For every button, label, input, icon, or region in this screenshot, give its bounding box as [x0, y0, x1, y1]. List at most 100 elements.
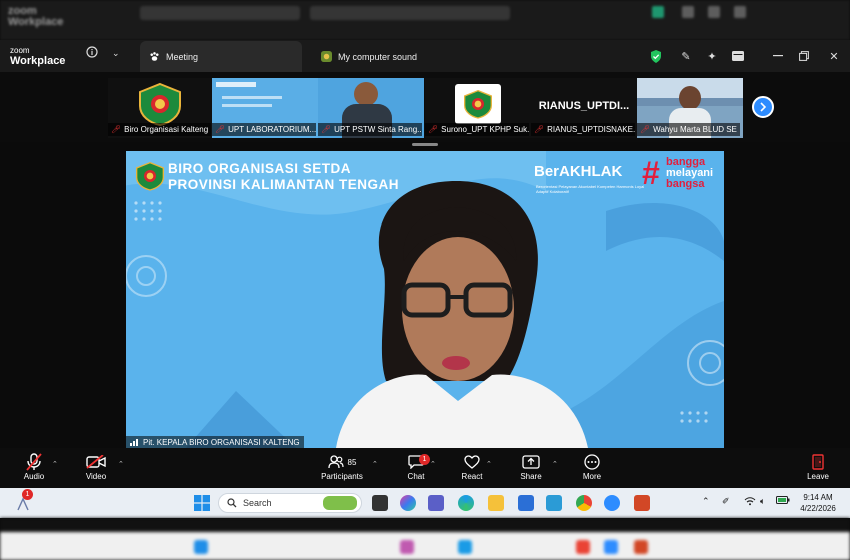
participant-name-tag: 🎤︎ Wahyu Marta BLUD SE: [637, 123, 740, 136]
leave-label: Leave: [807, 472, 829, 481]
paw-icon: [148, 51, 160, 63]
zoom-app-icon[interactable]: [604, 495, 620, 511]
background-window-ghost: [0, 518, 850, 560]
background-graphic: [126, 151, 724, 448]
ghost-icon: [576, 540, 590, 554]
view-grid-icon[interactable]: [730, 48, 746, 64]
ghost-icon: [634, 540, 648, 554]
more-label: More: [582, 472, 602, 481]
pen-tray-icon[interactable]: ✐: [722, 496, 730, 507]
video-label: Video: [85, 472, 107, 481]
more-button[interactable]: More: [566, 452, 618, 481]
tab-label: Meeting: [166, 51, 199, 62]
participant-display-name: RIANUS_UPTDI...: [538, 100, 630, 112]
participant-tile[interactable]: 🎤︎ UPT PSTW Sinta Rang...: [318, 78, 424, 138]
zoom-brand: zoom Workplace: [10, 46, 66, 67]
notification-badge: 1: [22, 489, 33, 500]
kalteng-emblem-icon: [136, 161, 164, 191]
berakhlak-tagline: Berorientasi Pelayanan Akuntabel Kompete…: [536, 184, 645, 194]
participant-name: UPT LABORATORIUM...: [228, 125, 316, 134]
kalteng-emblem-icon: [464, 89, 492, 119]
participant-thumbnails: 🎤︎ Biro Organisasi Kalteng 🎤︎ UPT LABORATO…: [0, 72, 850, 142]
speaker-name: Pit. KEPALA BIRO ORGANISASI KALTENG: [143, 437, 300, 447]
chevron-up-icon[interactable]: ⌃: [702, 496, 710, 507]
banner-title: BIRO ORGANISASI SETDA PROVINSI KALIMANTA…: [168, 161, 399, 193]
banner-line1: BIRO ORGANISASI SETDA: [168, 161, 352, 176]
slide-line-shape: [222, 104, 272, 107]
edge-icon[interactable]: [458, 495, 474, 511]
taskbar-search-box[interactable]: Search: [218, 493, 362, 513]
meeting-controls: Audio ⌃ Video ⌃ 85 Participants ⌃ Chat 1…: [0, 448, 850, 488]
search-highlight-image: [323, 496, 357, 510]
mic-muted-icon: 🎤︎: [321, 125, 332, 134]
volume-icon[interactable]: 🔈︎: [760, 496, 765, 507]
search-icon: [227, 498, 237, 508]
participants-button[interactable]: 85 Participants: [316, 452, 368, 481]
copilot-icon[interactable]: [400, 495, 416, 511]
participant-name-tag: 🎤︎ UPT LABORATORIUM...: [212, 123, 316, 136]
store-icon[interactable]: [518, 495, 534, 511]
sparkle-icon[interactable]: ✦: [704, 48, 720, 64]
bangsa-word: bangsa: [666, 178, 705, 190]
shield-icon[interactable]: [648, 48, 664, 64]
participant-name: Wahyu Marta BLUD SE: [653, 125, 737, 134]
teams-icon[interactable]: [428, 495, 444, 511]
tab-my-computer-sound[interactable]: My computer sound: [312, 41, 532, 72]
tab-meeting[interactable]: Meeting: [140, 41, 302, 72]
chevron-up-icon: ⌃: [52, 461, 58, 468]
minimize-icon[interactable]: [770, 48, 786, 64]
participant-tile[interactable]: 🎤︎ Wahyu Marta BLUD SE: [637, 78, 743, 138]
gallery-resize-handle[interactable]: [412, 143, 438, 146]
task-view-icon[interactable]: [372, 495, 388, 511]
participant-tile[interactable]: RIANUS_UPTDI... 🎤︎ RIANUS_UPTDISNAKE...: [531, 78, 637, 138]
share-label: Share: [520, 472, 542, 481]
bangga-melayani-bangsa: bangga melayani bangsa: [666, 157, 713, 190]
chat-label: Chat: [407, 472, 425, 481]
chrome-icon[interactable]: [576, 495, 592, 511]
windows-start-icon[interactable]: [194, 495, 210, 511]
system-clock[interactable]: 9:14 AM 4/22/2026: [788, 492, 848, 514]
restore-icon[interactable]: [796, 48, 812, 64]
participant-tile[interactable]: 🎤︎ Surono_UPT KPHP Suk...: [425, 78, 531, 138]
participant-tile[interactable]: 🎤︎ UPT LABORATORIUM...: [212, 78, 318, 138]
video-button[interactable]: Video: [70, 452, 122, 481]
participant-tile[interactable]: 🎤︎ Biro Organisasi Kalteng: [108, 78, 214, 138]
ghost-icon: [652, 6, 664, 18]
participant-name: Biro Organisasi Kalteng: [124, 125, 209, 134]
participant-name-tag: 🎤︎ Surono_UPT KPHP Suk...: [425, 123, 529, 136]
leave-button[interactable]: Leave: [792, 452, 844, 481]
banner-line2: PROVINSI KALIMANTAN TENGAH: [168, 177, 399, 192]
brand-line2: Workplace: [10, 55, 66, 67]
pen-icon[interactable]: ✎: [678, 48, 694, 64]
notification-widget[interactable]: 1: [14, 489, 33, 511]
ghost-logo: zoom Workplace: [8, 5, 64, 28]
audio-label: Audio: [23, 472, 45, 481]
next-page-button[interactable]: [752, 96, 774, 118]
outlook-icon[interactable]: [546, 495, 562, 511]
file-explorer-icon[interactable]: [488, 495, 504, 511]
ghost-icon: [604, 540, 618, 554]
chevron-up-icon: ⌃: [552, 461, 558, 468]
mic-muted-icon: 🎤︎: [111, 125, 122, 134]
video-off-icon: [70, 452, 122, 472]
ghost-tab: [310, 6, 510, 20]
ghost-icon: [458, 540, 472, 554]
slide-header-shape: [216, 82, 256, 87]
hashtag-icon: #: [642, 155, 660, 191]
person-head-shape: [354, 82, 378, 106]
active-speaker-video: BIRO ORGANISASI SETDA PROVINSI KALIMANTA…: [126, 151, 724, 448]
search-placeholder: Search: [243, 498, 272, 508]
windows-taskbar: 1 Search ⌃ ✐ 🔈︎ 9:14 AM 4/22/2026: [0, 488, 850, 518]
kalteng-emblem-icon: [139, 82, 181, 126]
screen: zoom Workplace zoom Workplace ⌄ Meeting M…: [0, 0, 850, 560]
participant-name: Surono_UPT KPHP Suk...: [441, 125, 529, 134]
chevron-down-icon[interactable]: ⌄: [112, 48, 120, 59]
share-button[interactable]: Share: [505, 452, 557, 481]
participants-count: 85: [347, 457, 357, 467]
title-bar: zoom Workplace ⌄ Meeting My computer sou…: [0, 40, 850, 72]
close-icon[interactable]: ✕: [826, 48, 842, 64]
wifi-icon[interactable]: [744, 496, 756, 508]
share-screen-icon: [505, 452, 557, 472]
powerpoint-icon[interactable]: [634, 495, 650, 511]
info-icon[interactable]: [86, 46, 98, 61]
